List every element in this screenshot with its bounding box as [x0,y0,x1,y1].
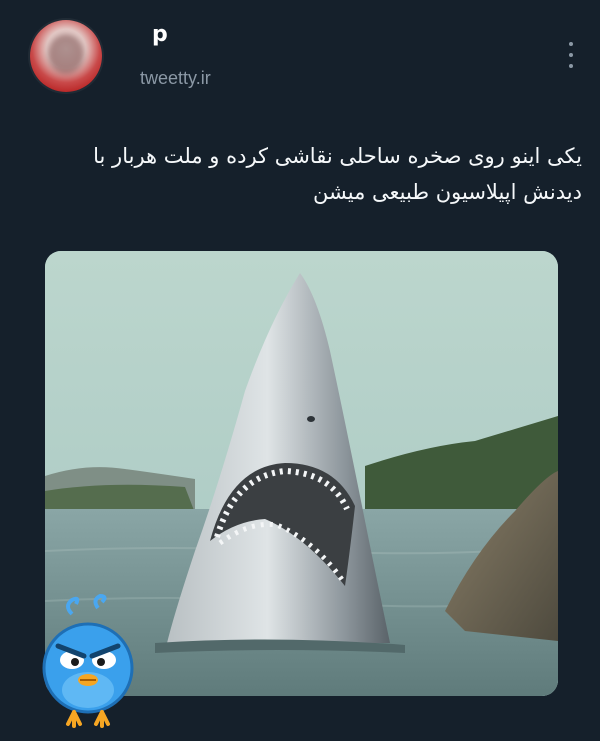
tweet-text-line: یکی اینو روی صخره ساحلی نقاشی کرده و ملت… [93,144,582,168]
more-vertical-icon[interactable] [564,42,578,68]
user-handle[interactable]: tweetty.ir [140,68,211,89]
angry-blue-bird-sticker [38,593,138,732]
display-name[interactable]: p [152,22,168,48]
avatar[interactable] [30,20,102,92]
tweet-header: p tweetty.ir [0,0,600,110]
tweet-text: یکی اینو روی صخره ساحلی نقاشی کرده و ملت… [18,138,582,210]
tweet-text-line: دیدنش اپیلاسیون طبیعی میشن [313,180,582,204]
